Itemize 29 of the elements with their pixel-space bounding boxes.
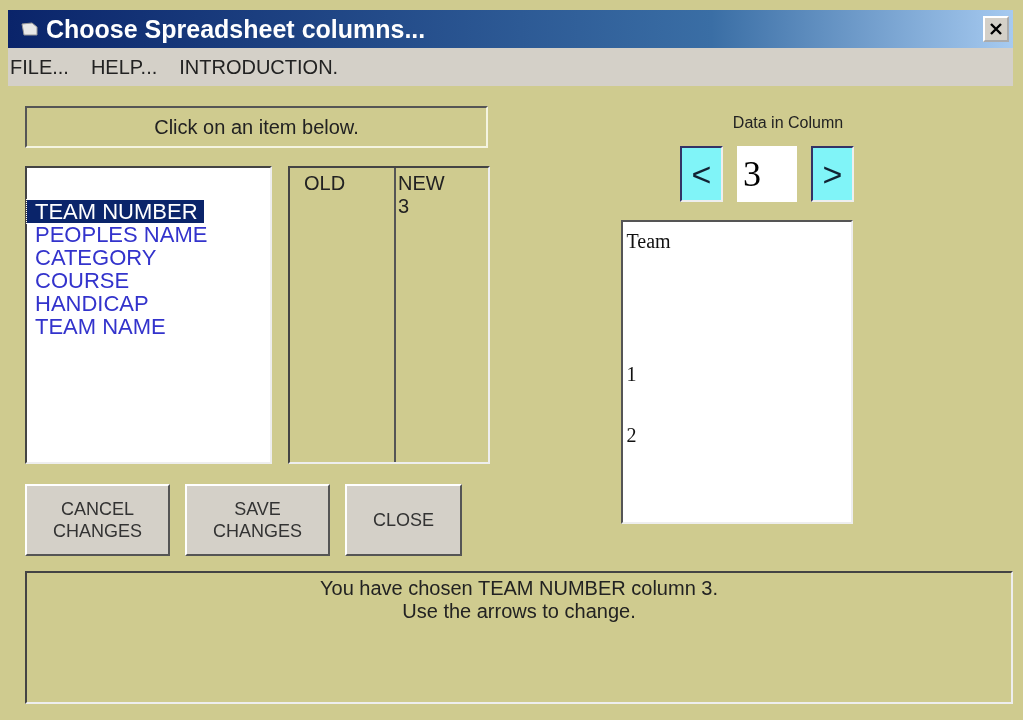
- status-text: Use the arrows to change.: [402, 600, 636, 623]
- menu-item[interactable]: INTRODUCTION.: [179, 55, 339, 79]
- window-icon: [20, 21, 40, 37]
- column-number-field[interactable]: 3: [737, 146, 797, 202]
- data-line: 1: [626, 363, 638, 386]
- action-button[interactable]: SAVE CHANGES: [185, 484, 330, 556]
- list-item[interactable]: COURSE: [27, 269, 130, 292]
- list-item[interactable]: PEOPLES NAME: [27, 223, 208, 246]
- data-line: Team: [626, 230, 672, 253]
- list-item[interactable]: HANDICAP: [27, 292, 149, 315]
- column-heading: OLD: [304, 172, 347, 195]
- column-heading: NEW: [398, 172, 446, 195]
- column-value: 3: [398, 195, 411, 218]
- previous-button[interactable]: <: [680, 146, 723, 202]
- menu-item[interactable]: HELP...: [90, 55, 158, 79]
- close-button[interactable]: [983, 16, 1009, 42]
- data-line: 2: [626, 424, 638, 447]
- action-button[interactable]: CLOSE: [345, 484, 462, 556]
- list-item[interactable]: CATEGORY: [27, 246, 157, 269]
- window-title: Choose Spreadsheet columns...: [46, 14, 427, 44]
- picker-label: Data in Column: [732, 114, 844, 132]
- menu-item[interactable]: FILE...: [10, 55, 69, 79]
- next-button[interactable]: >: [811, 146, 854, 202]
- status-text: You have chosen TEAM NUMBER column 3.: [320, 577, 718, 600]
- list-item[interactable]: TEAM NUMBER: [27, 200, 204, 223]
- instruction-panel: Click on an item below.: [25, 106, 488, 148]
- close-icon: [989, 22, 1003, 36]
- list-item[interactable]: TEAM NAME: [27, 315, 166, 338]
- action-button[interactable]: CANCEL CHANGES: [25, 484, 170, 556]
